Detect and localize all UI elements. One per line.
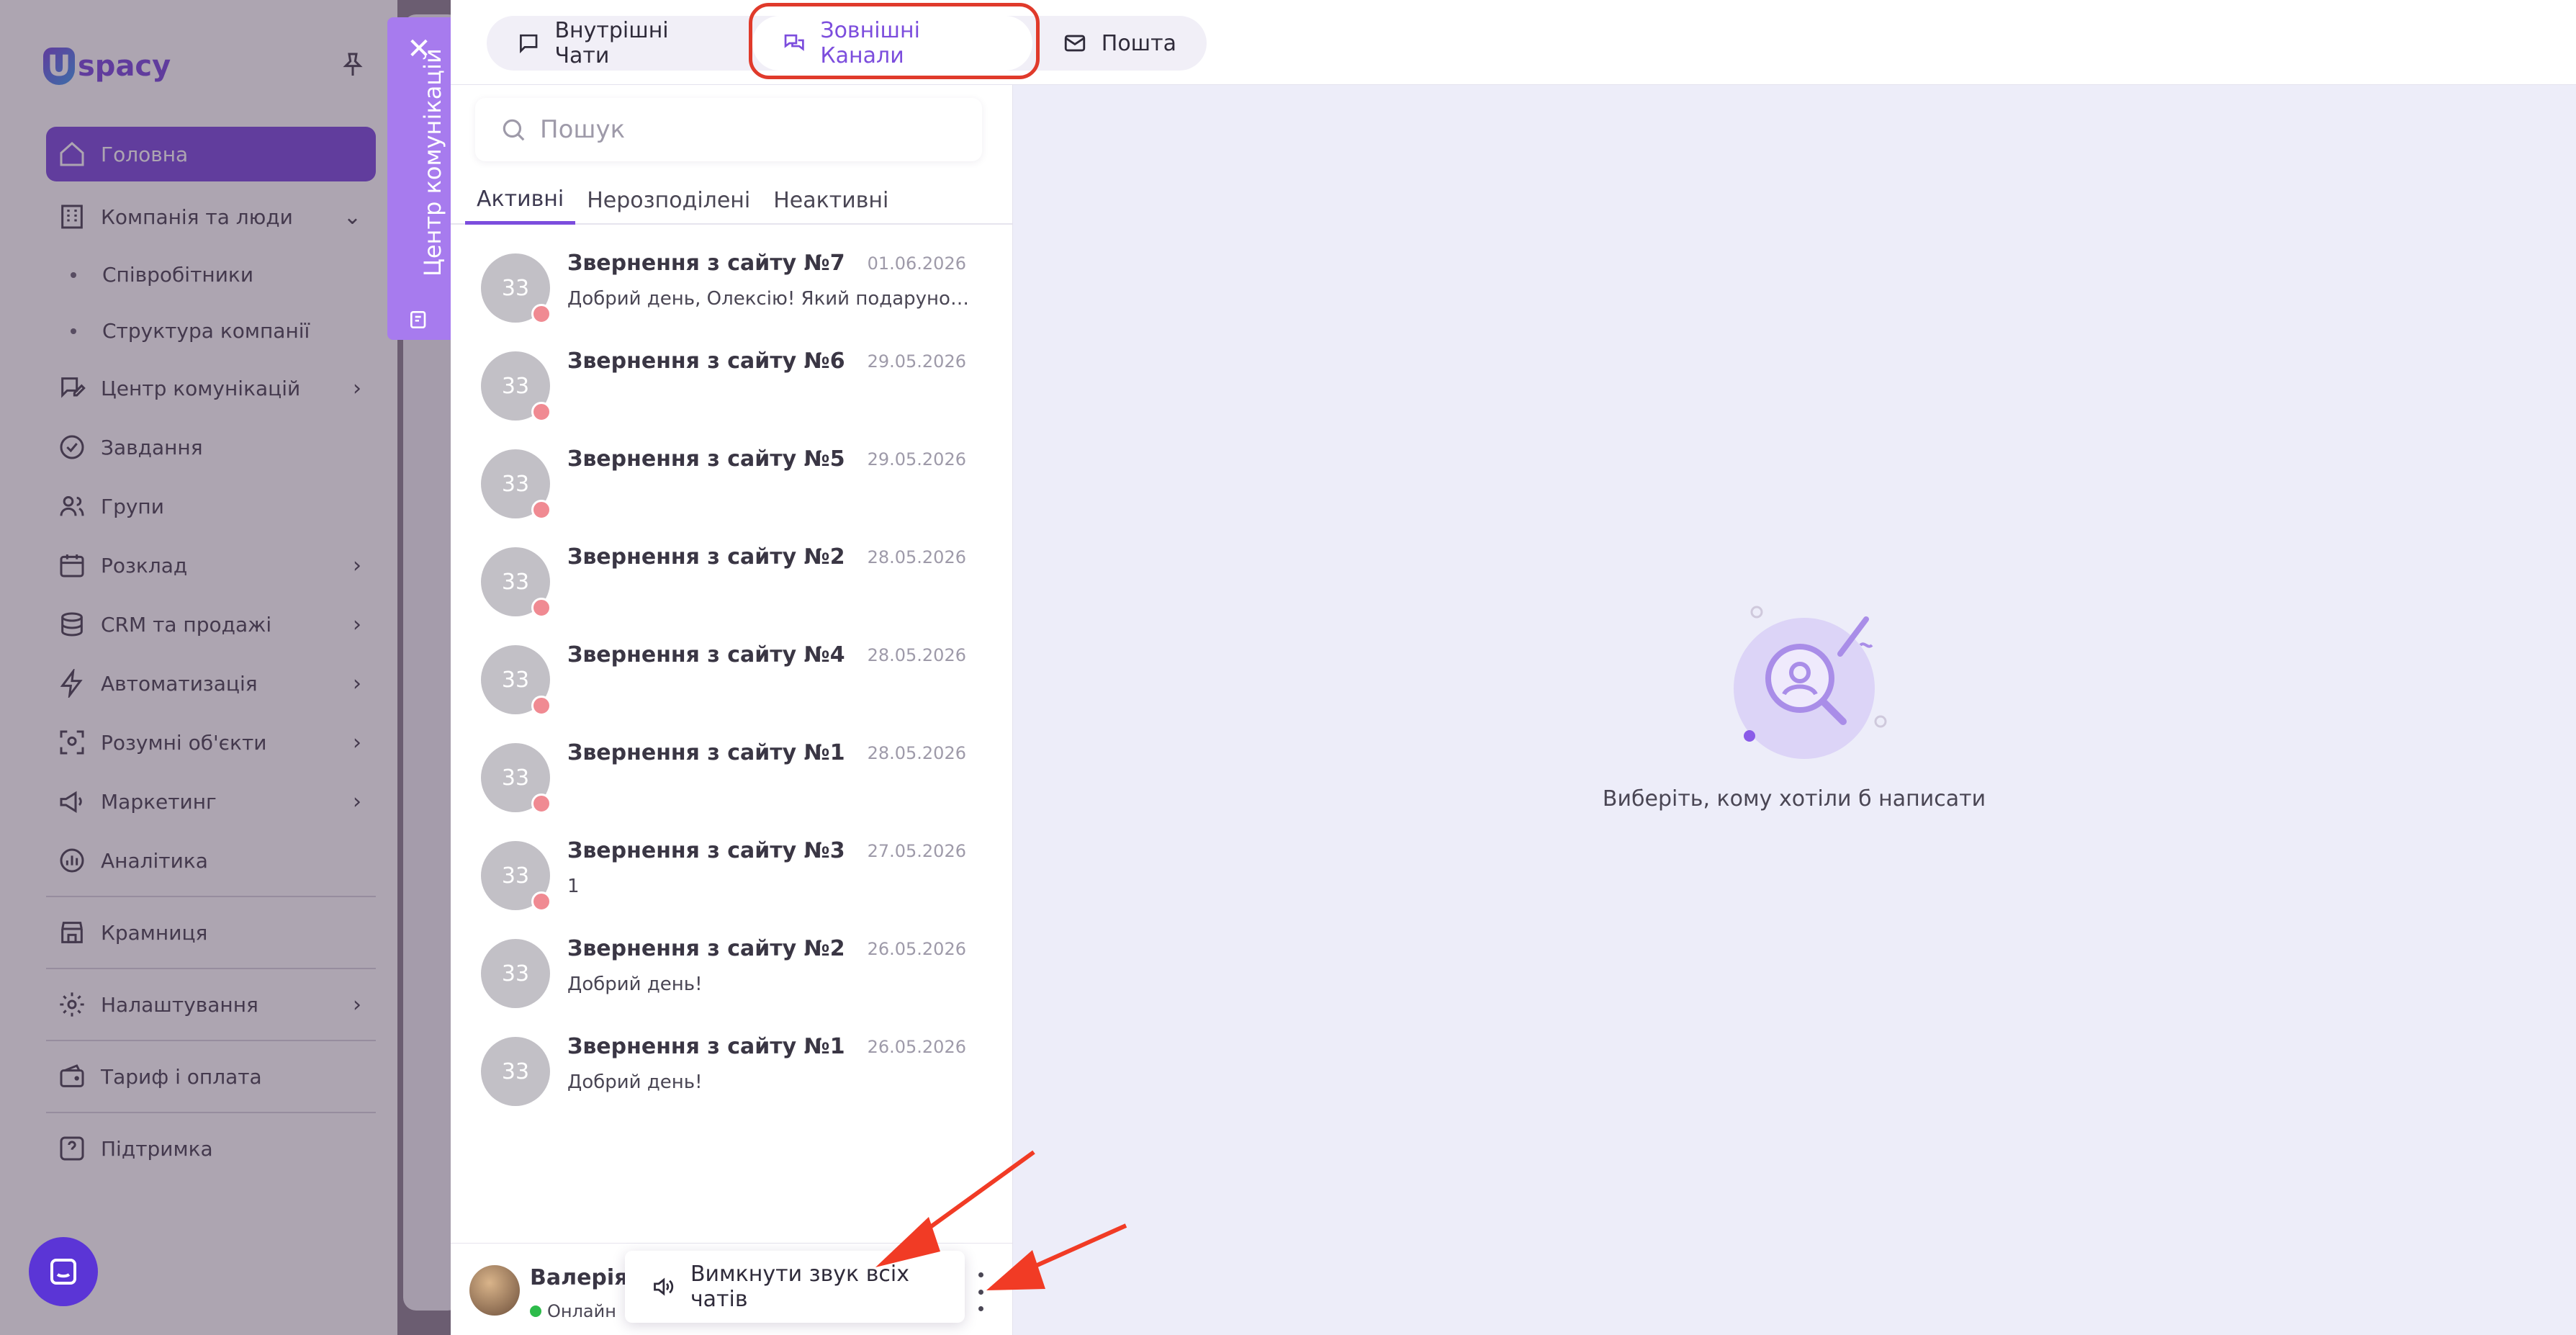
chat-list-item[interactable]: 33 Звернення з сайту №1 28.05.2026 bbox=[451, 729, 1012, 827]
chat-list-item[interactable]: 33 Звернення з сайту №5 29.05.2026 bbox=[451, 435, 1012, 533]
tab-internal-chats[interactable]: Внутрішні Чати bbox=[487, 16, 752, 71]
chat-title: Звернення з сайту №3 bbox=[567, 838, 845, 863]
avatar: 33 bbox=[481, 645, 551, 716]
avatar-initials: 33 bbox=[501, 863, 530, 889]
chat-date: 27.05.2026 bbox=[867, 841, 966, 861]
chat-preview: Добрий день! bbox=[567, 974, 703, 995]
mail-icon bbox=[1064, 35, 1085, 52]
chat-title: Звернення з сайту №2 bbox=[567, 936, 845, 961]
chat-preview: Добрий день, Олексію! Який подарунок шу.… bbox=[567, 288, 970, 310]
divider bbox=[1012, 85, 1013, 1335]
channel-badge-icon bbox=[531, 598, 551, 618]
chat-rows: 33 Звернення з сайту №7 01.06.2026 Добри… bbox=[451, 239, 1012, 1120]
chat-title: Звернення з сайту №5 bbox=[567, 446, 845, 472]
tab-label: Внутрішні Чати bbox=[554, 18, 669, 68]
avatar: 33 bbox=[481, 547, 551, 618]
chat-title: Звернення з сайту №4 bbox=[567, 642, 845, 668]
search-box bbox=[475, 98, 982, 161]
avatar: 33 bbox=[481, 449, 551, 520]
chat-preview: Добрий день! bbox=[567, 1071, 703, 1093]
chat-date: 26.05.2026 bbox=[867, 1037, 966, 1057]
user-status-label: Онлайн bbox=[547, 1301, 616, 1321]
chat-title: Звернення з сайту №1 bbox=[567, 1034, 845, 1059]
conversation-area: Виберіть, кому хотіли б написати bbox=[1012, 85, 2576, 1335]
chat-list-panel: Активні Нерозподілені Неактивні 33 Зверн… bbox=[451, 85, 1012, 1335]
chat-title: Звернення з сайту №2 bbox=[567, 544, 845, 570]
avatar-initials: 33 bbox=[501, 471, 530, 497]
channel-badge-icon bbox=[531, 402, 551, 422]
more-options-icon[interactable] bbox=[972, 1272, 989, 1311]
chat-date: 01.06.2026 bbox=[867, 253, 966, 274]
chat-list-item[interactable]: 33 Звернення з сайту №2 28.05.2026 bbox=[451, 533, 1012, 631]
chat-list-item[interactable]: 33 Звернення з сайту №2 26.05.2026 Добри… bbox=[451, 925, 1012, 1022]
user-name: Валерія В bbox=[530, 1265, 631, 1290]
tab-mail[interactable]: Пошта bbox=[1032, 16, 1207, 71]
chat-edit-icon bbox=[410, 311, 426, 328]
avatar-initials: 33 bbox=[501, 765, 530, 791]
tab-inactive[interactable]: Неактивні bbox=[762, 177, 900, 223]
chat-filter-tabs: Активні Нерозподілені Неактивні bbox=[451, 177, 1012, 225]
avatar: 33 bbox=[481, 253, 551, 324]
avatar-initials: 33 bbox=[501, 961, 530, 986]
chat-date: 28.05.2026 bbox=[867, 645, 966, 665]
user-status: Онлайн bbox=[530, 1301, 616, 1321]
chat-date: 28.05.2026 bbox=[867, 743, 966, 763]
avatar-initials: 33 bbox=[501, 1058, 530, 1084]
chat-date: 29.05.2026 bbox=[867, 449, 966, 469]
chat-date: 28.05.2026 bbox=[867, 547, 966, 567]
tab-active[interactable]: Активні bbox=[465, 177, 576, 225]
avatar: 33 bbox=[481, 841, 551, 912]
chat-list-item[interactable]: 33 Звернення з сайту №4 28.05.2026 bbox=[451, 631, 1012, 729]
channel-badge-icon bbox=[531, 696, 551, 716]
chat-title: Звернення з сайту №6 bbox=[567, 349, 845, 374]
chat-icon bbox=[520, 34, 538, 54]
comm-center-vertical-label: Центр комунікацій bbox=[419, 48, 446, 277]
avatar: 33 bbox=[481, 1037, 550, 1106]
channel-badge-icon bbox=[531, 794, 551, 814]
avatar: 33 bbox=[481, 939, 550, 1008]
chat-preview: 1 bbox=[567, 876, 580, 897]
annotation-highlight-ring bbox=[749, 3, 1040, 79]
speaker-icon bbox=[654, 1277, 674, 1296]
empty-state-text: Виберіть, кому хотіли б написати bbox=[1602, 786, 1986, 812]
avatar-initials: 33 bbox=[501, 569, 530, 595]
search-icon bbox=[503, 119, 525, 141]
chat-date: 26.05.2026 bbox=[867, 939, 966, 959]
tab-unassigned[interactable]: Нерозподілені bbox=[575, 177, 762, 223]
mute-all-chats-menu-item[interactable]: Вимкнути звук всіх чатів bbox=[625, 1251, 965, 1323]
chat-list-item[interactable]: 33 Звернення з сайту №3 27.05.2026 1 bbox=[451, 827, 1012, 925]
chat-list-item[interactable]: 33 Звернення з сайту №6 29.05.2026 bbox=[451, 337, 1012, 435]
channel-badge-icon bbox=[531, 304, 551, 324]
chat-date: 29.05.2026 bbox=[867, 351, 966, 372]
mute-all-label: Вимкнути звук всіх чатів bbox=[690, 1262, 909, 1312]
chat-title: Звернення з сайту №7 bbox=[567, 251, 845, 276]
chat-list-item[interactable]: 33 Звернення з сайту №7 01.06.2026 Добри… bbox=[451, 239, 1012, 337]
search-input[interactable] bbox=[540, 115, 972, 144]
avatar-initials: 33 bbox=[501, 275, 530, 301]
avatar: 33 bbox=[481, 743, 551, 814]
channel-badge-icon bbox=[531, 891, 551, 912]
support-chat-button[interactable] bbox=[29, 1237, 98, 1306]
current-user-bar: Валерія В Онлайн Вимкнути звук всіх чаті… bbox=[451, 1243, 1012, 1335]
comm-center-vertical-tab[interactable]: ✕ Центр комунікацій bbox=[387, 17, 451, 340]
search-user-illustration-icon bbox=[1734, 606, 1887, 759]
avatar: 33 bbox=[481, 351, 551, 422]
avatar-initials: 33 bbox=[501, 373, 530, 399]
tab-label: Пошта bbox=[1101, 30, 1176, 56]
avatar-initials: 33 bbox=[501, 667, 530, 693]
online-dot-icon bbox=[530, 1305, 541, 1317]
chat-title: Звернення з сайту №1 bbox=[567, 740, 845, 765]
user-avatar[interactable] bbox=[469, 1265, 520, 1316]
chat-widget-icon bbox=[50, 1259, 76, 1285]
chat-list-item[interactable]: 33 Звернення з сайту №1 26.05.2026 Добри… bbox=[451, 1022, 1012, 1120]
channel-badge-icon bbox=[531, 500, 551, 520]
